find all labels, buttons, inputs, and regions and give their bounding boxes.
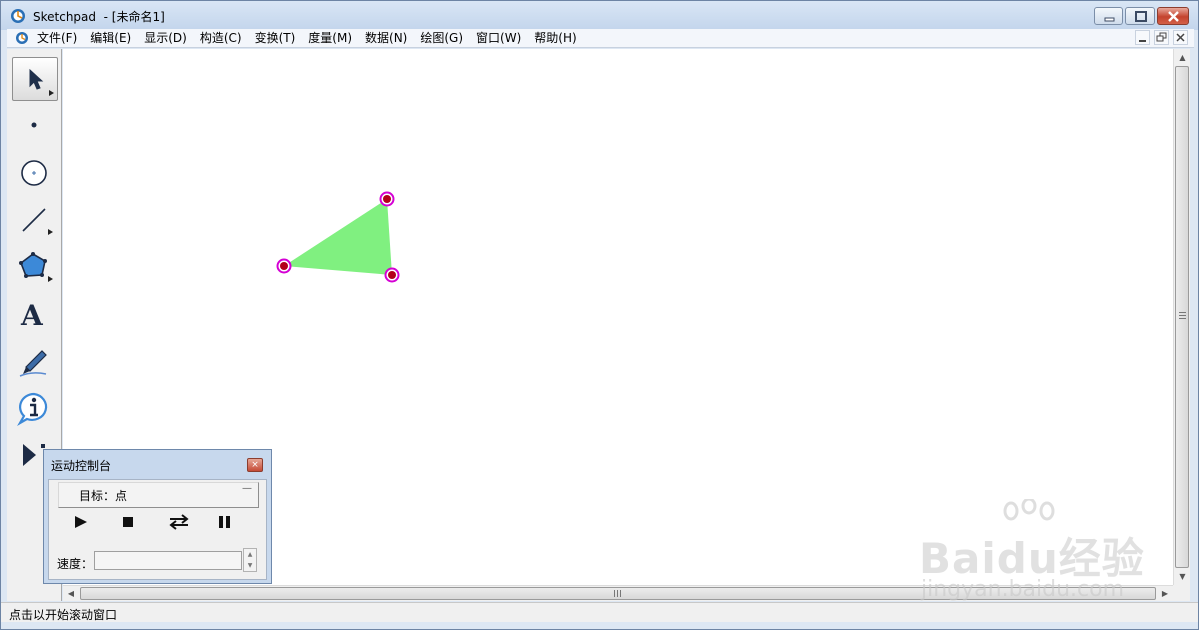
triangle-interior[interactable] (284, 199, 392, 275)
menu-window[interactable]: 窗口(W) (476, 30, 521, 46)
document-restore-button[interactable] (1154, 30, 1169, 45)
arrow-select-tool[interactable] (12, 57, 58, 101)
point-c[interactable] (384, 267, 400, 283)
menu-construct[interactable]: 构造(C) (200, 30, 242, 46)
spin-up-icon[interactable]: ▲ (244, 549, 256, 560)
menu-edit[interactable]: 编辑(E) (90, 30, 131, 46)
menu-transform[interactable]: 变换(T) (255, 30, 296, 46)
point-b[interactable] (276, 258, 292, 274)
target-label: 目标：点 (79, 489, 128, 503)
close-button[interactable] (1157, 7, 1189, 25)
minimize-icon (1104, 17, 1115, 22)
spin-down-icon[interactable]: ▼ (244, 560, 256, 571)
minimize-icon (1139, 40, 1146, 42)
motion-controller-close-button[interactable]: × (247, 458, 263, 472)
motion-controller-title: 运动控制台 (51, 459, 112, 473)
polygon-tool[interactable] (12, 246, 58, 290)
document-icon[interactable] (15, 30, 29, 45)
sketchpad-window: Sketchpad - [未命名1] 文件(F) 编辑(E) 显示(D) 构造(… (0, 0, 1199, 630)
marker-pen-icon (19, 350, 47, 377)
menu-items: 文件(F) 编辑(E) 显示(D) 构造(C) 变换(T) 度量(M) 数据(N… (37, 30, 590, 46)
target-selector[interactable]: 目标：点 — (58, 482, 259, 508)
document-minimize-button[interactable] (1135, 30, 1150, 45)
menu-bar: 文件(F) 编辑(E) 显示(D) 构造(C) 变换(T) 度量(M) 数据(N… (7, 29, 1194, 48)
speed-spinner[interactable]: ▲ ▼ (243, 548, 257, 572)
restore-icon (1156, 32, 1167, 42)
title-bar[interactable]: Sketchpad - [未命名1] (1, 1, 1198, 30)
line-segment-icon (22, 208, 53, 235)
text-tool[interactable]: A (12, 293, 58, 337)
compass-circle-icon (21, 160, 47, 186)
status-bar: 点击以开始滚动窗口 (1, 602, 1198, 622)
size-grip (1173, 585, 1190, 601)
play-icon (75, 516, 87, 528)
point-a[interactable] (379, 191, 395, 207)
menu-file[interactable]: 文件(F) (37, 30, 77, 46)
menu-measure[interactable]: 度量(M) (308, 30, 352, 46)
stop-button[interactable] (116, 513, 140, 531)
reverse-arrows-icon (169, 514, 189, 530)
menu-help[interactable]: 帮助(H) (534, 30, 576, 46)
minimize-button[interactable] (1094, 7, 1123, 25)
close-icon (1168, 11, 1179, 22)
menu-display[interactable]: 显示(D) (144, 30, 187, 46)
motion-controller-panel: 运动控制台 × 目标：点 — 速度： ▲ ▼ (43, 449, 272, 584)
close-icon (1176, 33, 1185, 42)
speed-label: 速度： (57, 557, 94, 571)
compass-tool[interactable] (12, 152, 58, 196)
vertical-scroll-thumb[interactable] (1175, 66, 1189, 568)
baidu-watermark: Baidu经验 jingyan.baidu.com (919, 499, 1149, 603)
speed-input[interactable] (94, 551, 242, 570)
svg-text:A: A (20, 299, 44, 332)
scroll-up-button[interactable]: ▲ (1174, 49, 1191, 66)
stop-icon (123, 517, 133, 527)
sketchpad-app-icon (11, 9, 25, 23)
grip-icon (614, 590, 621, 597)
dropdown-dash-icon: — (242, 483, 252, 494)
document-close-button[interactable] (1173, 30, 1188, 45)
play-button[interactable] (69, 513, 93, 531)
arrow-cursor-icon (29, 68, 54, 96)
scroll-right-button[interactable]: ▶ (1157, 586, 1173, 602)
text-a-icon: A (20, 299, 44, 332)
window-title: Sketchpad - [未命名1] (33, 10, 165, 24)
polygon-icon (19, 252, 53, 282)
scroll-down-button[interactable]: ▼ (1174, 568, 1191, 585)
point-icon (31, 122, 37, 128)
information-tool[interactable] (12, 387, 58, 431)
pause-icon (219, 516, 230, 528)
scroll-left-button[interactable]: ◀ (63, 586, 79, 602)
straightedge-tool[interactable] (12, 199, 58, 243)
menu-data[interactable]: 数据(N) (365, 30, 407, 46)
close-icon: × (251, 460, 259, 470)
status-text: 点击以开始滚动窗口 (9, 608, 118, 622)
reverse-button[interactable] (167, 513, 191, 531)
vertical-scrollbar[interactable]: ▲ ▼ (1173, 49, 1190, 585)
watermark-url: jingyan.baidu.com (921, 577, 1125, 602)
information-icon (17, 392, 48, 426)
motion-controller-body: 目标：点 — 速度： ▲ ▼ (48, 479, 267, 580)
pause-button[interactable] (213, 513, 237, 531)
marker-tool[interactable] (12, 340, 58, 384)
maximize-button[interactable] (1125, 7, 1155, 25)
menu-graph[interactable]: 绘图(G) (420, 30, 463, 46)
maximize-icon (1135, 11, 1147, 22)
grip-icon (1179, 312, 1186, 319)
point-tool[interactable] (12, 105, 58, 149)
